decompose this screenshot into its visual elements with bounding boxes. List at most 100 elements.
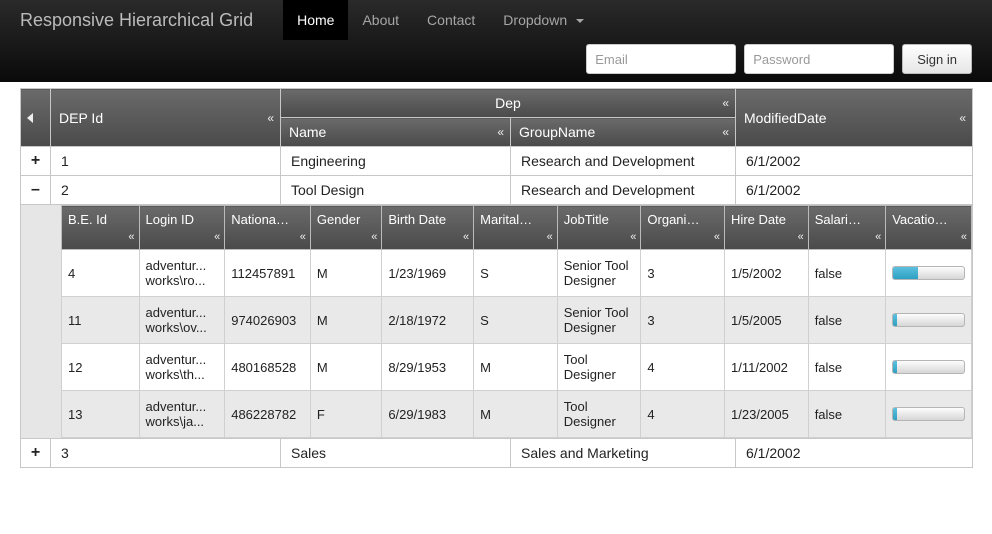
cell-name: Engineering (281, 147, 511, 176)
cell-sal: false (808, 297, 886, 344)
expand-button[interactable]: + (21, 147, 51, 176)
ch-vac[interactable]: Vacation...« (886, 206, 972, 250)
parent-row: – 2 Tool Design Research and Development… (21, 176, 973, 205)
chevron-down-icon (576, 19, 584, 23)
collapse-icon[interactable]: « (463, 231, 469, 243)
brand-title: Responsive Hierarchical Grid (20, 0, 253, 41)
child-row: 13adventur... works\ja...486228782F6/29/… (62, 391, 972, 438)
cell-login: adventur... works\ja... (139, 391, 225, 438)
nav-dropdown-label: Dropdown (503, 12, 567, 28)
cell-marital: M (474, 391, 558, 438)
collapse-icon[interactable]: « (959, 111, 966, 125)
cell-gender: M (310, 250, 381, 297)
cell-login: adventur... works\ro... (139, 250, 225, 297)
child-grid: B.E. Id« Login ID« National ID Num« Gend… (61, 205, 972, 438)
cell-vacation (886, 297, 972, 344)
header-dep-id[interactable]: DEP Id « (51, 89, 281, 147)
cell-dep-id: 3 (51, 439, 281, 468)
ch-nat[interactable]: National ID Num« (225, 206, 311, 250)
parent-row: + 3 Sales Sales and Marketing 6/1/2002 (21, 439, 973, 468)
collapse-icon[interactable]: « (267, 111, 274, 125)
collapse-icon[interactable]: « (371, 231, 377, 243)
header-name-label: Name (289, 124, 326, 140)
cell-nat: 480168528 (225, 344, 311, 391)
child-row: 12adventur... works\th...480168528M8/29/… (62, 344, 972, 391)
cell-vacation (886, 344, 972, 391)
ch-org[interactable]: Organiza... Level« (641, 206, 725, 250)
parent-row: + 1 Engineering Research and Development… (21, 147, 973, 176)
collapse-icon[interactable]: « (630, 231, 636, 243)
header-dep-id-label: DEP Id (59, 110, 103, 126)
child-row: 11adventur... works\ov...974026903M2/18/… (62, 297, 972, 344)
ch-birth[interactable]: Birth Date« (382, 206, 474, 250)
header-modified-label: ModifiedDate (744, 110, 827, 126)
cell-gender: M (310, 297, 381, 344)
ch-marital[interactable]: MaritalSt...« (474, 206, 558, 250)
collapse-icon[interactable]: « (547, 231, 553, 243)
progress-bar (892, 407, 965, 421)
expand-button[interactable]: + (21, 439, 51, 468)
cell-hire: 1/5/2005 (725, 297, 809, 344)
cell-birth: 6/29/1983 (382, 391, 474, 438)
cell-be-id: 4 (62, 250, 140, 297)
cell-vacation (886, 250, 972, 297)
navbar: Responsive Hierarchical Grid Home About … (0, 0, 992, 82)
cell-dep-id: 2 (51, 176, 281, 205)
cell-org: 3 (641, 297, 725, 344)
cell-birth: 2/18/1972 (382, 297, 474, 344)
expand-column-header[interactable] (21, 89, 51, 147)
cell-group: Research and Development (511, 176, 736, 205)
cell-modified: 6/1/2002 (736, 439, 973, 468)
nav-about[interactable]: About (348, 0, 413, 40)
collapse-icon[interactable]: « (214, 231, 220, 243)
header-dep-group[interactable]: Dep « (281, 89, 736, 118)
cell-org: 4 (641, 344, 725, 391)
cell-dep-id: 1 (51, 147, 281, 176)
cell-hire: 1/11/2002 (725, 344, 809, 391)
ch-be-id[interactable]: B.E. Id« (62, 206, 140, 250)
collapse-icon[interactable]: « (875, 231, 881, 243)
collapse-icon[interactable]: « (497, 125, 504, 139)
header-modified[interactable]: ModifiedDate « (736, 89, 973, 147)
ch-sal[interactable]: Salaried Flag« (808, 206, 886, 250)
ch-login[interactable]: Login ID« (139, 206, 225, 250)
cell-marital: S (474, 297, 558, 344)
cell-gender: M (310, 344, 381, 391)
cell-login: adventur... works\th... (139, 344, 225, 391)
cell-nat: 486228782 (225, 391, 311, 438)
progress-bar (892, 360, 965, 374)
signin-button[interactable]: Sign in (902, 44, 972, 74)
parent-grid: DEP Id « Dep « ModifiedDate « Name « Gro… (20, 88, 973, 468)
cell-be-id: 12 (62, 344, 140, 391)
email-field[interactable] (586, 44, 736, 74)
ch-job[interactable]: JobTitle« (557, 206, 641, 250)
collapse-icon[interactable]: « (714, 231, 720, 243)
cell-birth: 1/23/1969 (382, 250, 474, 297)
collapse-icon[interactable]: « (300, 231, 306, 243)
collapse-icon[interactable]: « (128, 231, 134, 243)
header-groupname[interactable]: GroupName « (511, 118, 736, 147)
nav-dropdown[interactable]: Dropdown (489, 0, 598, 40)
ch-gender[interactable]: Gender« (310, 206, 381, 250)
cell-be-id: 13 (62, 391, 140, 438)
nav-contact[interactable]: Contact (413, 0, 489, 40)
password-field[interactable] (744, 44, 894, 74)
collapse-icon[interactable]: « (722, 96, 729, 110)
cell-login: adventur... works\ov... (139, 297, 225, 344)
cell-hire: 1/23/2005 (725, 391, 809, 438)
cell-birth: 8/29/1953 (382, 344, 474, 391)
collapse-icon[interactable]: « (722, 125, 729, 139)
header-name[interactable]: Name « (281, 118, 511, 147)
cell-job: Senior Tool Designer (557, 297, 641, 344)
progress-bar (892, 313, 965, 327)
cell-marital: M (474, 344, 558, 391)
collapse-icon[interactable]: « (961, 231, 967, 243)
collapse-button[interactable]: – (21, 176, 51, 205)
grid-container: DEP Id « Dep « ModifiedDate « Name « Gro… (0, 82, 992, 468)
cell-nat: 112457891 (225, 250, 311, 297)
cell-be-id: 11 (62, 297, 140, 344)
nav-home[interactable]: Home (283, 0, 348, 40)
ch-hire[interactable]: Hire Date« (725, 206, 809, 250)
collapse-icon[interactable]: « (798, 231, 804, 243)
cell-modified: 6/1/2002 (736, 147, 973, 176)
